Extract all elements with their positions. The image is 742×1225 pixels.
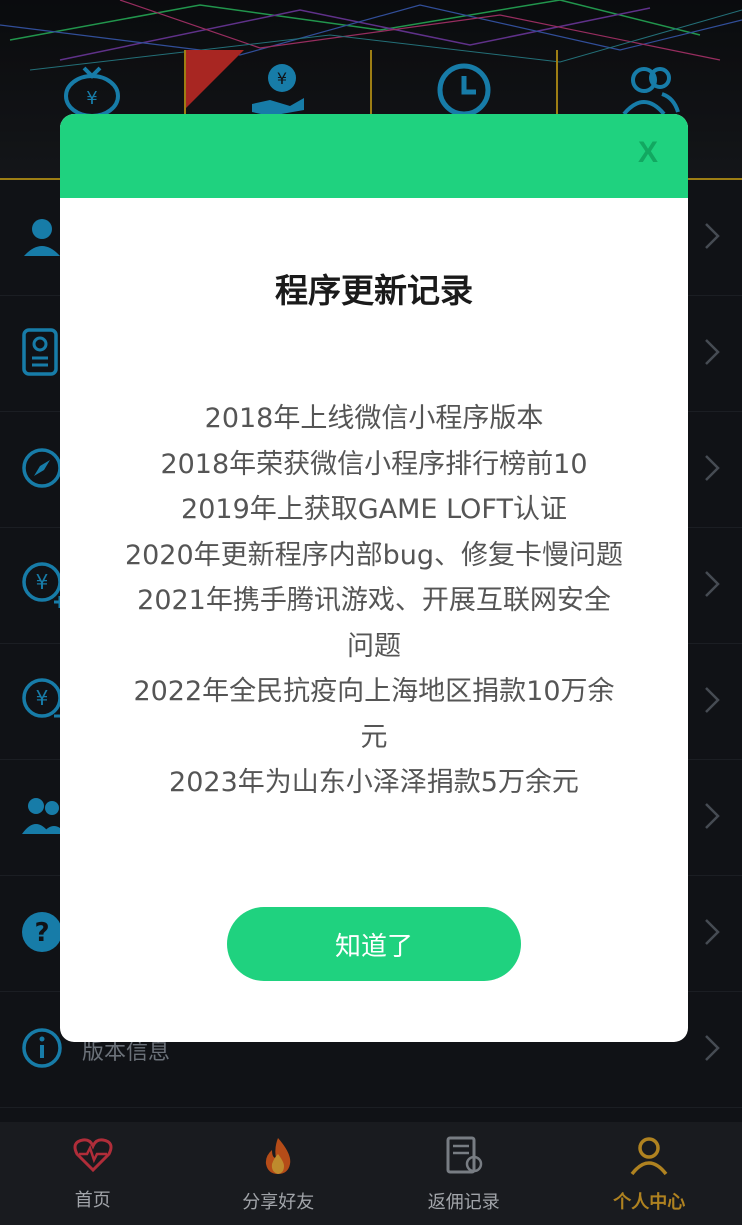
update-log-line: 2019年上获取GAME LOFT认证: [181, 494, 567, 525]
update-log-line: 2018年荣获微信小程序排行榜前10: [160, 448, 588, 480]
update-log-line: 2021年携手腾讯游戏、开展互联网安全问题: [137, 585, 611, 662]
dialog-title: 程序更新记录: [275, 271, 473, 310]
confirm-button[interactable]: 知道了: [227, 907, 521, 981]
dialog-header: X: [60, 114, 688, 198]
update-log-line: 2020年更新程序内部bug、修复卡慢问题: [124, 539, 624, 571]
update-log-list: 2018年上线微信小程序版本 2018年荣获微信小程序排行榜前10 2019年上…: [124, 396, 624, 806]
update-log-line: 2022年全民抗疫向上海地区捐款10万余元: [133, 676, 615, 753]
update-log-line: 2018年上线微信小程序版本: [204, 403, 544, 434]
update-log-dialog: X 程序更新记录 2018年上线微信小程序版本 2018年荣获微信小程序排行榜前…: [60, 114, 688, 1042]
update-log-line: 2023年为山东小泽泽捐款5万余元: [169, 767, 579, 798]
close-button[interactable]: X: [638, 136, 658, 170]
